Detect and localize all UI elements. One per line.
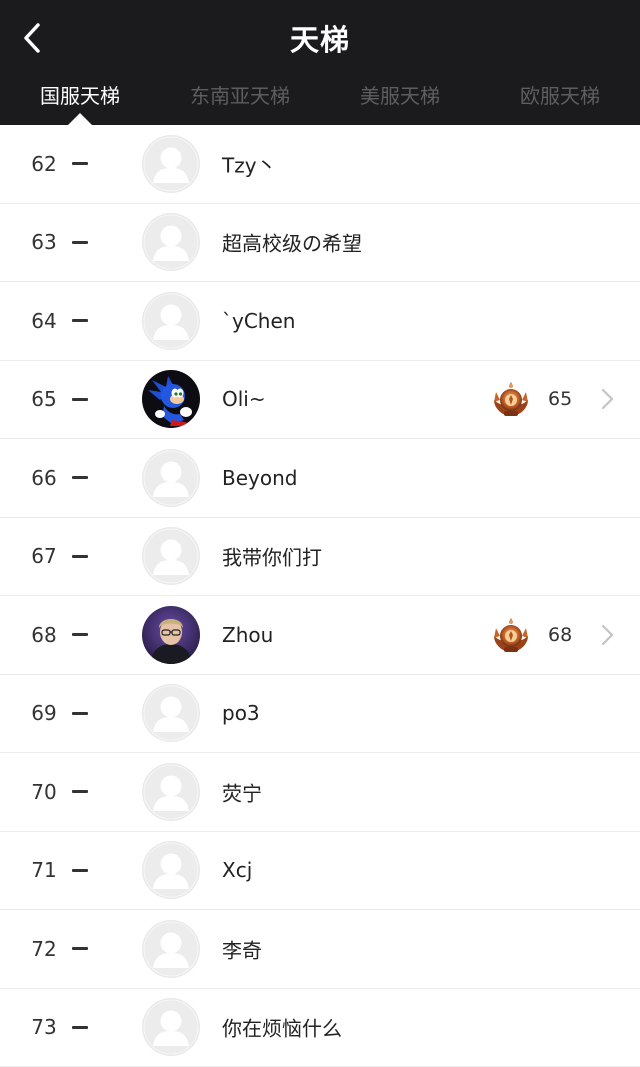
player-name: Oli~ [222, 387, 266, 411]
tab-bar: 国服天梯 东南亚天梯 美服天梯 欧服天梯 [0, 74, 640, 125]
player-avatar[interactable] [142, 606, 200, 664]
ladder-row[interactable]: 71 Xcj [0, 832, 640, 911]
player-name: Xcj [222, 858, 252, 882]
player-avatar[interactable] [142, 998, 200, 1056]
page-title: 天梯 [0, 17, 640, 59]
rank-unchanged-dash-icon [72, 790, 88, 793]
ladder-row[interactable]: 69 po3 [0, 675, 640, 754]
rank-number: 64 [31, 309, 56, 333]
rank-number: 67 [31, 544, 56, 568]
ladder-row[interactable]: 62 Tzy丶 [0, 125, 640, 204]
chevron-right-icon[interactable] [598, 386, 616, 412]
ladder-row[interactable]: 72 李奇 [0, 910, 640, 989]
ladder-row[interactable]: 63 超高校级の希望 [0, 204, 640, 283]
rank-unchanged-dash-icon [72, 162, 88, 165]
rank-medal-icon [490, 378, 532, 420]
player-name: 你在烦恼什么 [222, 1013, 342, 1042]
rank-unchanged-dash-icon [72, 947, 88, 950]
rank-number: 68 [31, 623, 56, 647]
rank-medal-icon [490, 614, 532, 656]
tab-us-ladder[interactable]: 美服天梯 [360, 80, 440, 109]
rank-unchanged-dash-icon [72, 1026, 88, 1029]
player-avatar[interactable] [142, 449, 200, 507]
rank-unchanged-dash-icon [72, 869, 88, 872]
rank-number: 62 [31, 152, 56, 176]
rank-unchanged-dash-icon [72, 555, 88, 558]
rank-number: 69 [31, 701, 56, 725]
rank-unchanged-dash-icon [72, 633, 88, 636]
rank-number: 66 [31, 466, 56, 490]
tab-eu-ladder[interactable]: 欧服天梯 [520, 80, 600, 109]
ladder-row[interactable]: 66 Beyond [0, 439, 640, 518]
rank-number: 70 [31, 780, 56, 804]
player-avatar[interactable] [142, 527, 200, 585]
player-avatar[interactable] [142, 684, 200, 742]
rank-unchanged-dash-icon [72, 476, 88, 479]
rank-unchanged-dash-icon [72, 241, 88, 244]
player-name: 荧宁 [222, 777, 262, 806]
rank-number: 71 [31, 858, 56, 882]
ladder-list: 62Tzy丶63超高校级の希望64`yChen65Oli~6566Beyond6… [0, 125, 640, 1067]
player-name: `yChen [222, 309, 295, 333]
player-name: Beyond [222, 466, 297, 490]
player-avatar[interactable] [142, 370, 200, 428]
player-name: 李奇 [222, 934, 262, 963]
chevron-right-icon[interactable] [598, 622, 616, 648]
player-name: Zhou [222, 623, 273, 647]
tab-sea-ladder[interactable]: 东南亚天梯 [190, 80, 290, 109]
ladder-row[interactable]: 67 我带你们打 [0, 518, 640, 597]
player-avatar[interactable] [142, 292, 200, 350]
player-name: 我带你们打 [222, 542, 322, 571]
player-name: po3 [222, 701, 260, 725]
ladder-row[interactable]: 73 你在烦恼什么 [0, 989, 640, 1067]
player-avatar[interactable] [142, 135, 200, 193]
app-header: 天梯 国服天梯 东南亚天梯 美服天梯 欧服天梯 [0, 0, 640, 125]
rank-number: 63 [31, 230, 56, 254]
player-level: 65 [548, 388, 572, 410]
player-avatar[interactable] [142, 841, 200, 899]
rank-unchanged-dash-icon [72, 398, 88, 401]
player-name: Tzy丶 [222, 149, 277, 178]
rank-number: 72 [31, 937, 56, 961]
ladder-row[interactable]: 68 Zhou 68 [0, 596, 640, 675]
tab-cn-ladder[interactable]: 国服天梯 [40, 80, 120, 109]
rank-unchanged-dash-icon [72, 712, 88, 715]
player-avatar[interactable] [142, 763, 200, 821]
player-level: 68 [548, 624, 572, 646]
player-avatar[interactable] [142, 920, 200, 978]
rank-number: 65 [31, 387, 56, 411]
ladder-row[interactable]: 70 荧宁 [0, 753, 640, 832]
rank-number: 73 [31, 1015, 56, 1039]
player-name: 超高校级の希望 [222, 228, 362, 257]
player-avatar[interactable] [142, 213, 200, 271]
ladder-row[interactable]: 65 Oli~ 65 [0, 361, 640, 440]
rank-unchanged-dash-icon [72, 319, 88, 322]
ladder-row[interactable]: 64 `yChen [0, 282, 640, 361]
active-tab-indicator [68, 113, 92, 125]
